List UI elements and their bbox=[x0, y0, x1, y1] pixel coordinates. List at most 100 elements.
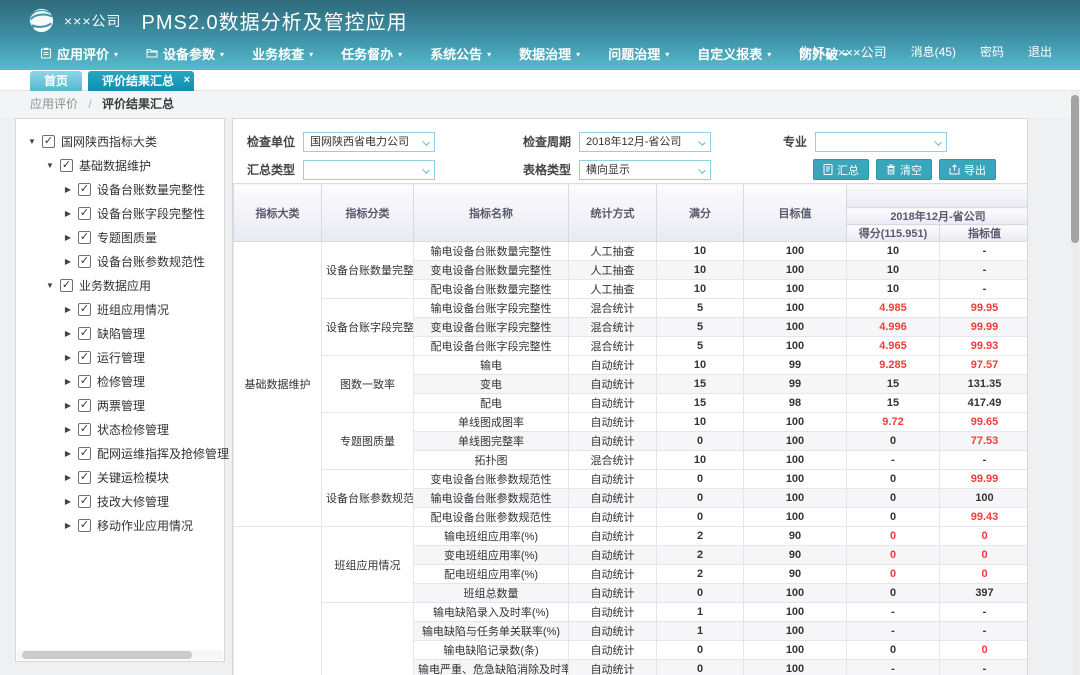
tree-item[interactable]: ▶✓班组应用情况 bbox=[16, 297, 224, 321]
stat-method-cell: 自动统计 bbox=[569, 375, 657, 394]
chevron-collapsed-icon[interactable]: ▶ bbox=[61, 401, 75, 410]
stat-method-cell: 自动统计 bbox=[569, 603, 657, 622]
nav-item-custom-report[interactable]: 自定义报表▾ bbox=[697, 44, 771, 63]
chevron-collapsed-icon[interactable]: ▶ bbox=[61, 209, 75, 218]
tree-item[interactable]: ▼✓国网陕西指标大类 bbox=[16, 129, 224, 153]
sidebar-horizontal-scrollbar[interactable] bbox=[17, 650, 223, 660]
value-cell: - bbox=[940, 451, 1029, 470]
tab-evaluation-results[interactable]: 评价结果汇总 × bbox=[88, 71, 194, 91]
checkbox-checked[interactable]: ✓ bbox=[78, 351, 91, 364]
tree-item[interactable]: ▶✓设备台账数量完整性 bbox=[16, 177, 224, 201]
nav-item-label: 任务督办 bbox=[341, 44, 393, 63]
chevron-collapsed-icon[interactable]: ▶ bbox=[61, 425, 75, 434]
chevron-collapsed-icon[interactable]: ▶ bbox=[61, 329, 75, 338]
chevron-collapsed-icon[interactable]: ▶ bbox=[61, 257, 75, 266]
chevron-collapsed-icon[interactable]: ▶ bbox=[61, 377, 75, 386]
tree-item-label: 两票管理 bbox=[97, 397, 145, 414]
nav-item-system-notice[interactable]: 系统公告▾ bbox=[430, 44, 491, 63]
tree-item[interactable]: ▶✓设备台账字段完整性 bbox=[16, 201, 224, 225]
target-value-cell: 100 bbox=[744, 299, 847, 318]
tree-item[interactable]: ▶✓设备台账参数规范性 bbox=[16, 249, 224, 273]
tree-item[interactable]: ▶✓移动作业应用情况 bbox=[16, 513, 224, 537]
nav-item-issue-governance[interactable]: 问题治理▾ bbox=[608, 44, 669, 63]
stat-method-cell: 人工抽查 bbox=[569, 280, 657, 299]
target-value-cell: 100 bbox=[744, 660, 847, 675]
score-cell: 10 bbox=[847, 280, 940, 299]
breadcrumb-parent[interactable]: 应用评价 bbox=[30, 97, 78, 111]
tab-home[interactable]: 首页 bbox=[30, 71, 82, 91]
summary-button[interactable]: 汇总 bbox=[813, 159, 869, 180]
scrollbar-thumb[interactable] bbox=[22, 651, 192, 659]
col-header-indicator: 指标名称 bbox=[414, 184, 569, 242]
tree-item[interactable]: ▶✓缺陷管理 bbox=[16, 321, 224, 345]
checkbox-checked[interactable]: ✓ bbox=[78, 519, 91, 532]
checkbox-checked[interactable]: ✓ bbox=[78, 495, 91, 508]
chevron-collapsed-icon[interactable]: ▶ bbox=[61, 473, 75, 482]
export-button[interactable]: 导出 bbox=[939, 159, 996, 180]
password-link[interactable]: 密码 bbox=[980, 43, 1004, 60]
tree-item[interactable]: ▶✓检修管理 bbox=[16, 369, 224, 393]
checkbox-checked[interactable]: ✓ bbox=[42, 135, 55, 148]
tree-item[interactable]: ▼✓基础数据维护 bbox=[16, 153, 224, 177]
close-icon[interactable]: × bbox=[184, 70, 190, 90]
logout-link[interactable]: 退出 bbox=[1028, 43, 1052, 60]
nav-item-data-governance[interactable]: 数据治理▾ bbox=[519, 44, 580, 63]
checkbox-checked[interactable]: ✓ bbox=[78, 231, 91, 244]
checkbox-checked[interactable]: ✓ bbox=[78, 399, 91, 412]
chevron-collapsed-icon[interactable]: ▶ bbox=[61, 305, 75, 314]
chevron-collapsed-icon[interactable]: ▶ bbox=[61, 185, 75, 194]
checkbox-checked[interactable]: ✓ bbox=[60, 159, 73, 172]
checkbox-checked[interactable]: ✓ bbox=[60, 279, 73, 292]
target-value-cell: 100 bbox=[744, 261, 847, 280]
chevron-down-icon: ▾ bbox=[576, 50, 580, 59]
table-type-select[interactable]: 横向显示 bbox=[579, 160, 711, 180]
tree-item[interactable]: ▶✓关键运检模块 bbox=[16, 465, 224, 489]
checkbox-checked[interactable]: ✓ bbox=[78, 447, 91, 460]
nav-item-device-params[interactable]: 设备参数▾ bbox=[146, 44, 224, 63]
specialty-label: 专业 bbox=[755, 133, 807, 150]
tree-item[interactable]: ▶✓技改大修管理 bbox=[16, 489, 224, 513]
chevron-expanded-icon[interactable]: ▼ bbox=[43, 281, 57, 290]
check-unit-select[interactable]: 国网陕西省电力公司 bbox=[303, 132, 435, 152]
specialty-select[interactable] bbox=[815, 132, 947, 152]
nav-item-business-check[interactable]: 业务核查▾ bbox=[252, 44, 313, 63]
checkbox-checked[interactable]: ✓ bbox=[78, 423, 91, 436]
checkbox-checked[interactable]: ✓ bbox=[78, 327, 91, 340]
checkbox-checked[interactable]: ✓ bbox=[78, 471, 91, 484]
nav-item-task-supervision[interactable]: 任务督办 ▾ bbox=[341, 44, 402, 63]
check-period-select[interactable]: 2018年12月-省公司 bbox=[579, 132, 711, 152]
chevron-collapsed-icon[interactable]: ▶ bbox=[61, 521, 75, 530]
chevron-collapsed-icon[interactable]: ▶ bbox=[61, 233, 75, 242]
page-vertical-scrollbar[interactable] bbox=[1071, 92, 1079, 675]
scrollbar-thumb[interactable] bbox=[1071, 95, 1079, 243]
indicator-name-cell: 输电缺陷记录数(条) bbox=[414, 641, 569, 660]
target-value-cell: 100 bbox=[744, 603, 847, 622]
chevron-collapsed-icon[interactable]: ▶ bbox=[61, 497, 75, 506]
chevron-collapsed-icon[interactable]: ▶ bbox=[61, 449, 75, 458]
chevron-expanded-icon[interactable]: ▼ bbox=[43, 161, 57, 170]
checkbox-checked[interactable]: ✓ bbox=[78, 207, 91, 220]
tree-item[interactable]: ▶✓运行管理 bbox=[16, 345, 224, 369]
tree-item[interactable]: ▶✓配网运维指挥及抢修管理 bbox=[16, 441, 224, 465]
nav-item-app-evaluation[interactable]: 应用评价▾ bbox=[40, 44, 118, 63]
clear-button[interactable]: 清空 bbox=[876, 159, 932, 180]
target-value-cell: 100 bbox=[744, 508, 847, 527]
summary-type-select[interactable] bbox=[303, 160, 435, 180]
stat-method-cell: 人工抽查 bbox=[569, 242, 657, 261]
checkbox-checked[interactable]: ✓ bbox=[78, 303, 91, 316]
full-score-cell: 2 bbox=[657, 546, 744, 565]
tree-item[interactable]: ▶✓ 两票管理 bbox=[16, 393, 224, 417]
checkbox-checked[interactable]: ✓ bbox=[78, 375, 91, 388]
tree-item[interactable]: ▶✓专题图质量 bbox=[16, 225, 224, 249]
group-cell: 专题图质量 bbox=[322, 413, 414, 470]
chevron-down-icon: ▾ bbox=[487, 50, 491, 59]
checkbox-checked[interactable]: ✓ bbox=[78, 255, 91, 268]
chevron-collapsed-icon[interactable]: ▶ bbox=[61, 353, 75, 362]
checkbox-checked[interactable]: ✓ bbox=[78, 183, 91, 196]
tree-item[interactable]: ▼✓业务数据应用 bbox=[16, 273, 224, 297]
target-value-cell: 100 bbox=[744, 413, 847, 432]
messages-link[interactable]: 消息(45) bbox=[911, 43, 956, 60]
tree-item[interactable]: ▶✓状态检修管理 bbox=[16, 417, 224, 441]
chevron-down-icon: ▾ bbox=[398, 50, 402, 59]
chevron-expanded-icon[interactable]: ▼ bbox=[25, 137, 39, 146]
